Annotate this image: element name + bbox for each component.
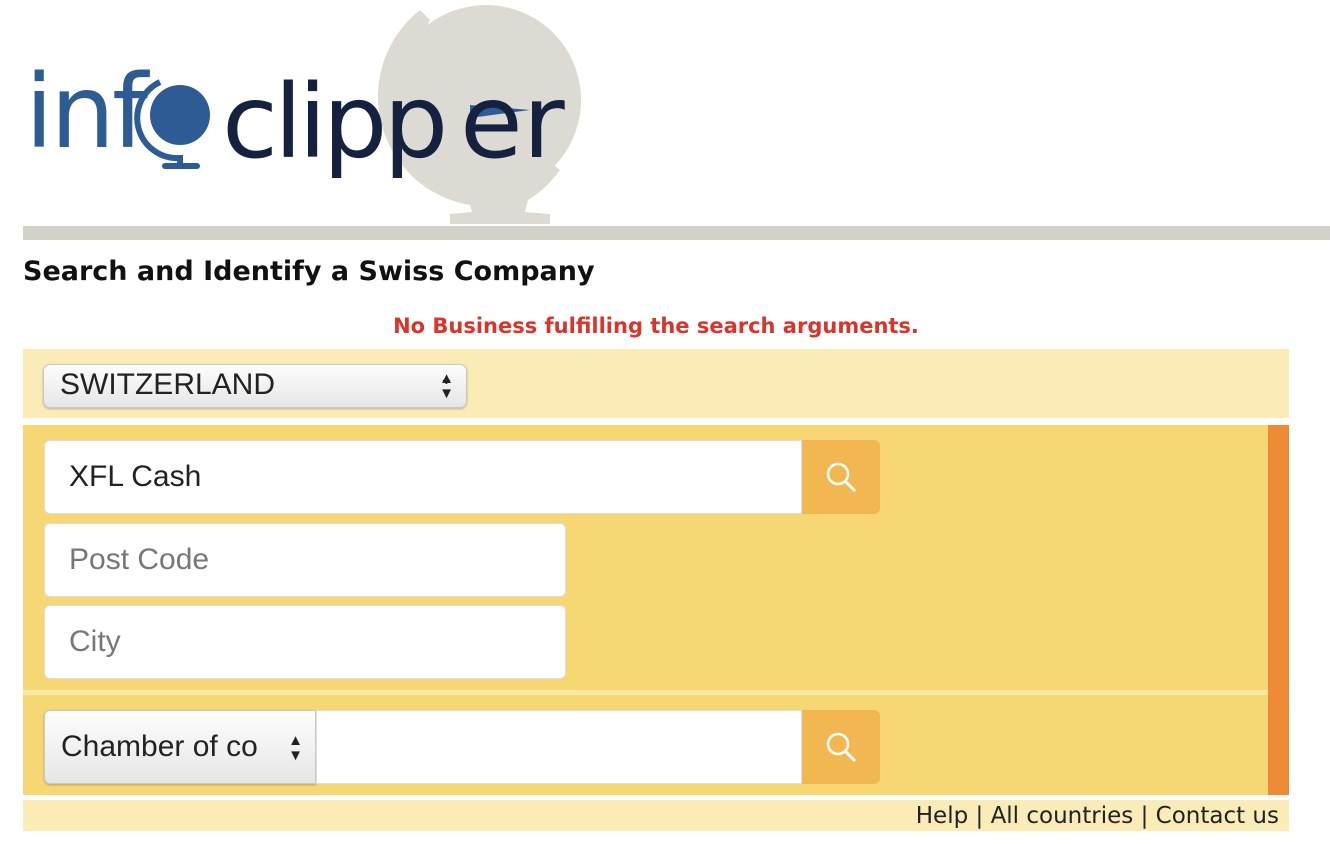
separator: |	[1140, 803, 1149, 829]
error-message: No Business fulfilling the search argume…	[393, 314, 919, 338]
svg-text:clipp: clipp	[222, 63, 444, 182]
country-select-value: SWITZERLAND	[60, 368, 276, 401]
help-link[interactable]: Help	[916, 803, 968, 829]
city-input[interactable]	[44, 605, 566, 679]
accent-strip	[1268, 425, 1289, 795]
chamber-number-input[interactable]	[316, 710, 802, 784]
updown-icon: ▲ ▼	[439, 370, 454, 402]
company-search-button[interactable]	[802, 440, 880, 514]
footer-links: Help | All countries | Contact us	[23, 800, 1289, 831]
globe-o-icon	[134, 79, 210, 169]
updown-icon: ▲ ▼	[288, 732, 303, 764]
page-title: Search and Identify a Swiss Company	[23, 256, 595, 287]
infoclipper-logo[interactable]: inf clipp er	[0, 0, 620, 226]
contact-us-link[interactable]: Contact us	[1156, 803, 1279, 829]
header-divider	[23, 226, 1330, 240]
post-code-input[interactable]	[44, 523, 566, 597]
all-countries-link[interactable]: All countries	[991, 803, 1134, 829]
chamber-select-value: Chamber of co	[61, 730, 258, 763]
svg-text:inf: inf	[25, 53, 150, 172]
company-name-input[interactable]	[44, 440, 802, 514]
chamber-search-button[interactable]	[802, 710, 880, 784]
svg-text:er: er	[460, 63, 565, 182]
search-icon	[826, 732, 857, 763]
chamber-select[interactable]: Chamber of co ▲ ▼	[44, 710, 316, 784]
search-icon	[826, 462, 857, 493]
country-select[interactable]: SWITZERLAND ⌄ ▲ ▼	[43, 364, 467, 408]
country-panel: SWITZERLAND ⌄ ▲ ▼	[23, 349, 1289, 418]
separator: |	[975, 803, 984, 829]
